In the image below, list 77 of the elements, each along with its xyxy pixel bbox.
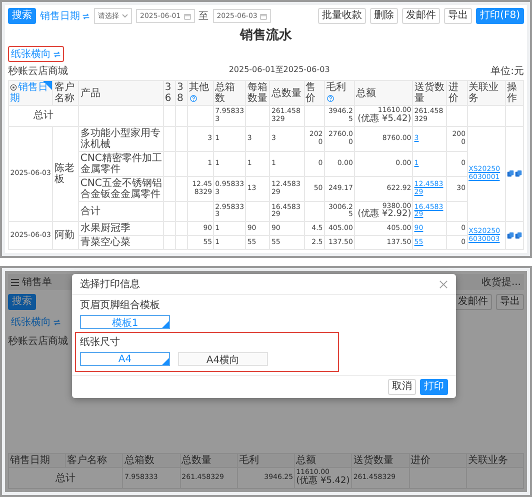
shop-name: 秒账云店商城	[8, 334, 68, 348]
chevron-down-icon	[122, 14, 128, 18]
template-option[interactable]: 模板1	[80, 315, 170, 330]
table-cell-text: 青菜空心菜	[80, 237, 132, 248]
table-cell-text: 总计	[32, 110, 55, 122]
column-header: 每箱数量	[246, 80, 270, 106]
orientation-toggle[interactable]: 纸张横向	[8, 46, 64, 62]
dialog-title: 选择打印信息	[80, 278, 140, 292]
discount-note: (优惠 ¥5.42)	[356, 114, 412, 125]
column-header: 送货数量	[352, 454, 410, 468]
dialog-button[interactable]: 打印	[420, 379, 448, 396]
column-header: 关联业务	[467, 80, 506, 106]
column-header: 其他	[188, 80, 214, 106]
table-cell: CNC精密零件加工金属零件	[80, 152, 162, 175]
calendar-icon	[260, 12, 268, 20]
orientation-toggle[interactable]: 纸张横向	[8, 314, 64, 330]
section-label: 纸张尺寸	[80, 336, 121, 350]
discount-note: (优惠 ¥2.92)	[356, 210, 412, 220]
swap-icon	[53, 50, 61, 58]
help-icon	[326, 94, 334, 102]
column-header: 总数量	[180, 454, 238, 468]
search-button[interactable]: 搜索	[8, 8, 36, 24]
report-title: 销售流水	[240, 26, 292, 44]
menu-icon[interactable]	[11, 278, 19, 286]
toolbar-button[interactable]: 导出	[444, 8, 472, 24]
range-separator: 至	[198, 10, 209, 23]
column-header: 关联业务	[466, 454, 524, 468]
toolbar-button[interactable]: 删除	[370, 8, 398, 24]
column-header: 38	[175, 80, 188, 106]
table-cell-text: 阿勤	[54, 230, 76, 242]
calendar-icon	[184, 12, 191, 20]
table-cell: CNC五金不锈钢铝合金钣金金属零件	[80, 178, 162, 200]
date-range: 2025-06-01至2025-06-03	[228, 64, 330, 75]
column-header: 36	[163, 80, 176, 106]
column-header: 总箱数	[122, 454, 180, 468]
table-cell-text: 陈老板	[54, 162, 76, 185]
column-header: 总额	[354, 80, 413, 106]
toolbar-button[interactable]: 导出	[496, 294, 524, 310]
sort-icon[interactable]	[10, 84, 17, 91]
column-header: 送货数量	[412, 80, 447, 106]
paper-option[interactable]: A4横向	[178, 352, 268, 366]
menu-tab[interactable]: 销售单	[11, 275, 52, 290]
swap-icon	[82, 12, 90, 20]
dialog-button[interactable]: 取消	[388, 379, 416, 396]
swap-icon	[53, 318, 61, 326]
column-header: 总额	[294, 454, 352, 468]
toolbar-button[interactable]: 批量收款	[318, 8, 366, 24]
toolbar-button[interactable]: 发邮件	[402, 8, 440, 24]
close-icon[interactable]	[439, 280, 448, 289]
column-header: 产品	[78, 80, 164, 106]
column-header: 毛利	[237, 454, 295, 468]
column-header: 毛利	[324, 80, 354, 106]
toolbar-button[interactable]: 发邮件	[454, 294, 492, 310]
discount-note: (优惠 ¥5.42)	[296, 477, 350, 487]
search-button[interactable]: 搜索	[8, 294, 36, 310]
column-header: 进价	[409, 454, 466, 468]
date-filter-link[interactable]: 销售日期	[40, 9, 90, 23]
table-cell-text: 合计	[80, 206, 102, 217]
table-cell-text: 多功能小型家用专泳机械	[80, 128, 162, 150]
section-label: 页眉页脚组合模板	[80, 298, 161, 312]
menu-tab[interactable]: 收货提...	[481, 275, 521, 290]
column-header: 客户名称	[52, 80, 79, 106]
shop-name: 秒账云店商城	[8, 64, 68, 78]
column-header: 进价	[446, 80, 468, 106]
unit-label: 单位:元	[490, 64, 524, 78]
column-header: 销售日期	[8, 80, 53, 106]
help-icon	[190, 94, 197, 102]
column-header: 客户名称	[66, 454, 123, 468]
table-cell-text: 水果厨冠季	[80, 223, 132, 234]
toolbar-button[interactable]: 打印(F8)	[476, 8, 524, 24]
column-header: 售价	[304, 80, 324, 106]
column-header: 操作	[505, 80, 524, 106]
column-header: 销售日期	[8, 454, 66, 468]
paper-option[interactable]: A4	[80, 352, 170, 366]
column-header: 总箱数	[214, 80, 246, 106]
table-cell-text: 总计	[54, 472, 77, 484]
column-header: 总数量	[270, 80, 304, 106]
